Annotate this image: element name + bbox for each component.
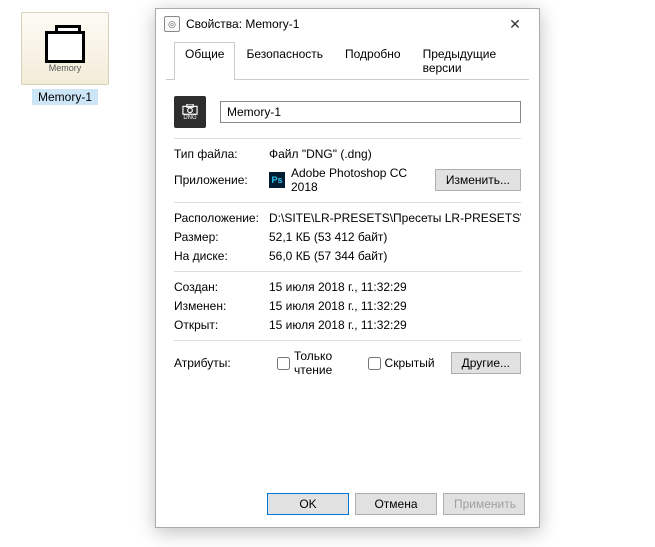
titlebar[interactable]: ◎ Свойства: Memory-1 ✕ — [156, 9, 539, 39]
tab-strip: Общие Безопасность Подробно Предыдущие в… — [166, 41, 529, 80]
change-app-button[interactable]: Изменить... — [435, 169, 521, 191]
file-thumbnail-icon: Memory — [21, 12, 109, 85]
separator — [174, 202, 521, 203]
photoshop-icon: Ps — [269, 172, 285, 188]
label-filetype: Тип файла: — [174, 147, 269, 161]
value-app: Adobe Photoshop CC 2018 — [291, 166, 435, 194]
ok-button[interactable]: OK — [267, 493, 349, 515]
label-location: Расположение: — [174, 211, 269, 225]
value-size: 52,1 КБ (53 412 байт) — [269, 230, 521, 244]
window-icon: ◎ — [164, 16, 180, 32]
checkbox-hidden-label: Скрытый — [385, 356, 435, 370]
label-modified: Изменен: — [174, 299, 269, 313]
label-size: Размер: — [174, 230, 269, 244]
tab-content-general: DNG Тип файла: Файл "DNG" (.dng) Приложе… — [156, 80, 539, 483]
tab-details[interactable]: Подробно — [334, 42, 412, 80]
window-title: Свойства: Memory-1 — [186, 17, 495, 31]
file-thumb-label: Memory — [49, 63, 82, 73]
file-caption[interactable]: Memory-1 — [32, 89, 98, 105]
checkbox-readonly[interactable] — [277, 357, 290, 370]
cancel-button[interactable]: Отмена — [355, 493, 437, 515]
tab-previous-versions[interactable]: Предыдущие версии — [412, 42, 521, 80]
value-created: 15 июля 2018 г., 11:32:29 — [269, 280, 521, 294]
apply-button[interactable]: Применить — [443, 493, 525, 515]
value-modified: 15 июля 2018 г., 11:32:29 — [269, 299, 521, 313]
checkbox-hidden[interactable] — [368, 357, 381, 370]
label-ondisk: На диске: — [174, 249, 269, 263]
tab-general[interactable]: Общие — [174, 42, 235, 80]
separator — [174, 271, 521, 272]
checkbox-readonly-label: Только чтение — [294, 349, 360, 377]
label-app: Приложение: — [174, 173, 269, 187]
other-attributes-button[interactable]: Другие... — [451, 352, 521, 374]
tab-security[interactable]: Безопасность — [235, 42, 334, 80]
dialog-button-row: OK Отмена Применить — [156, 483, 539, 527]
close-icon: ✕ — [509, 16, 521, 33]
value-ondisk: 56,0 КБ (57 344 байт) — [269, 249, 521, 263]
separator — [174, 340, 521, 341]
label-created: Создан: — [174, 280, 269, 294]
checkbox-hidden-wrap[interactable]: Скрытый — [368, 356, 435, 370]
label-accessed: Открыт: — [174, 318, 269, 332]
separator — [174, 138, 521, 139]
properties-dialog: ◎ Свойства: Memory-1 ✕ Общие Безопасност… — [155, 8, 540, 528]
value-filetype: Файл "DNG" (.dng) — [269, 147, 521, 161]
desktop-file[interactable]: Memory Memory-1 — [20, 12, 110, 105]
filename-input[interactable] — [220, 101, 521, 123]
dng-file-icon: DNG — [174, 96, 206, 128]
checkbox-readonly-wrap[interactable]: Только чтение — [277, 349, 360, 377]
value-accessed: 15 июля 2018 г., 11:32:29 — [269, 318, 521, 332]
value-location: D:\SITE\LR-PRESETS\Пресеты LR-PRESETS\8. — [269, 211, 521, 225]
dng-label: DNG — [183, 115, 196, 121]
label-attributes: Атрибуты: — [174, 356, 269, 370]
close-button[interactable]: ✕ — [495, 10, 535, 38]
